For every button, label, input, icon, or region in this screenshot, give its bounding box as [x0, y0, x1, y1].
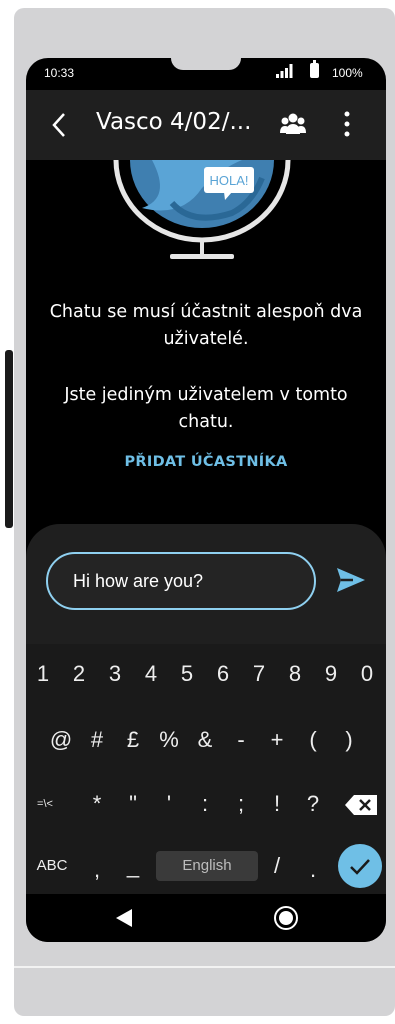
device-seam [14, 966, 395, 968]
key-open-paren[interactable]: ( [296, 722, 330, 758]
key-asterisk[interactable]: * [80, 786, 114, 822]
key-7[interactable]: 7 [242, 656, 276, 692]
battery-level: 100% [332, 66, 363, 80]
phone-screen: 10:33 100% Vasco 4/02/... HOLA! Chatu se… [26, 58, 386, 942]
key-0[interactable]: 0 [350, 656, 384, 692]
key-at[interactable]: @ [44, 722, 78, 758]
key-minus[interactable]: - [224, 722, 258, 758]
nav-back-icon[interactable] [114, 908, 134, 928]
send-icon[interactable] [335, 566, 367, 594]
key-semicolon[interactable]: ; [224, 786, 258, 822]
chat-title[interactable]: Vasco 4/02/... [96, 109, 251, 135]
navigation-bar [26, 894, 386, 942]
key-8[interactable]: 8 [278, 656, 312, 692]
key-underscore[interactable]: _ [116, 848, 150, 884]
key-6[interactable]: 6 [206, 656, 240, 692]
key-single-quote[interactable]: ' [152, 786, 186, 822]
only-user-message: Jste jediným uživatelem v tomto chatu. [64, 385, 348, 432]
signal-icon [276, 64, 293, 78]
key-hash[interactable]: # [80, 722, 114, 758]
space-key[interactable]: English [156, 851, 258, 881]
key-slash[interactable]: / [260, 848, 294, 884]
side-button [5, 350, 13, 528]
back-icon[interactable] [48, 110, 74, 140]
camera-notch [171, 58, 241, 70]
key-plus[interactable]: + [260, 722, 294, 758]
key-double-quote[interactable]: " [116, 786, 150, 822]
key-abc[interactable]: ABC [32, 848, 72, 884]
key-close-paren[interactable]: ) [332, 722, 366, 758]
key-comma[interactable]: , [80, 852, 114, 888]
hola-bubble-text: HOLA! [209, 173, 248, 188]
key-pound[interactable]: £ [116, 722, 150, 758]
key-question[interactable]: ? [296, 786, 330, 822]
add-participant-link[interactable]: PŘIDAT ÚČASTNÍKA [46, 454, 366, 470]
key-3[interactable]: 3 [98, 656, 132, 692]
key-percent[interactable]: % [152, 722, 186, 758]
people-icon[interactable] [280, 112, 306, 136]
backspace-icon[interactable] [344, 794, 378, 816]
key-ampersand[interactable]: & [188, 722, 222, 758]
check-icon [350, 859, 370, 875]
key-colon[interactable]: : [188, 786, 222, 822]
key-exclamation[interactable]: ! [260, 786, 294, 822]
keyboard: 1 2 3 4 5 6 7 8 9 0 @ # £ % & - + ( ) =\… [26, 644, 386, 894]
key-5[interactable]: 5 [170, 656, 204, 692]
key-1[interactable]: 1 [26, 656, 60, 692]
more-vertical-icon[interactable] [342, 110, 352, 138]
key-9[interactable]: 9 [314, 656, 348, 692]
nav-home-icon[interactable] [274, 906, 298, 930]
globe-illustration: HOLA! [113, 159, 291, 259]
key-period[interactable]: . [296, 852, 330, 888]
key-more-symbols[interactable]: =\< [28, 786, 62, 822]
app-bar: Vasco 4/02/... [26, 90, 386, 160]
enter-key[interactable] [338, 844, 382, 888]
key-2[interactable]: 2 [62, 656, 96, 692]
status-time: 10:33 [44, 66, 75, 80]
compose-panel: Hi how are you? [26, 524, 386, 644]
battery-icon [310, 60, 319, 78]
key-4[interactable]: 4 [134, 656, 168, 692]
message-input[interactable]: Hi how are you? [46, 552, 316, 610]
min-participants-message: Chatu se musí účastnit alespoň dva uživa… [49, 302, 363, 349]
